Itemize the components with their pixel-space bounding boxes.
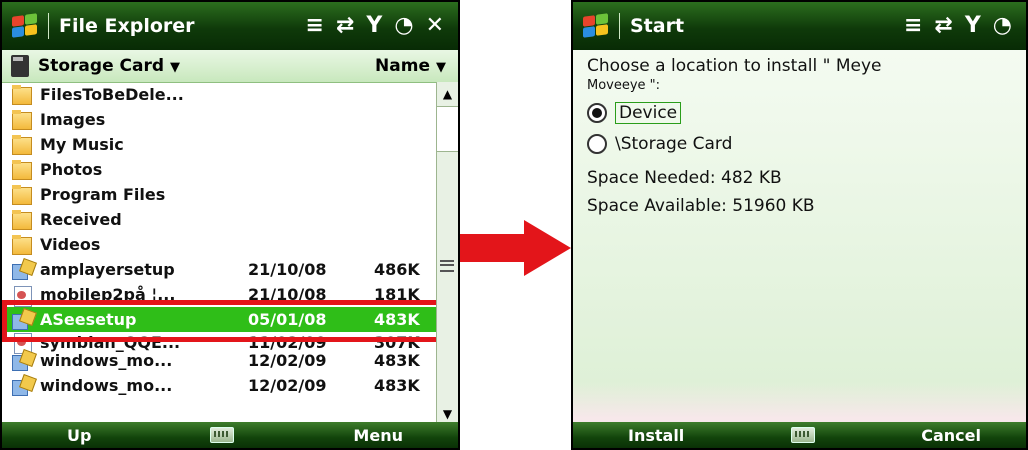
install-location-screen: Start ≡ ⇄ Y ◔ Choose a location to insta… xyxy=(571,0,1028,450)
prompt-line-1: Choose a location to install " Meye xyxy=(587,56,882,76)
space-needed: Space Needed: 482 KB xyxy=(587,168,782,188)
connectivity-icon: ⇄ xyxy=(934,13,953,38)
file-row[interactable]: Program Files xyxy=(2,182,438,207)
chevron-down-icon: ▼ xyxy=(170,60,181,75)
keyboard-icon[interactable] xyxy=(210,427,235,443)
windows-start-icon[interactable] xyxy=(581,13,611,39)
file-list: FilesToBeDele... Images My Music Photos Prog… xyxy=(2,82,438,426)
folder-icon xyxy=(12,134,36,155)
title-bar: Start ≡ ⇄ Y ◔ xyxy=(573,2,1026,50)
scroll-up-icon[interactable]: ▲ xyxy=(437,82,458,106)
radio-unselected-icon[interactable] xyxy=(587,134,607,154)
setup-icon xyxy=(12,260,36,280)
folder-icon xyxy=(12,159,36,180)
location-dropdown[interactable]: Storage Card ▼ xyxy=(38,56,375,76)
scroll-grip-icon[interactable] xyxy=(440,260,454,272)
volume-icon: ◔ xyxy=(992,13,1012,38)
file-row[interactable]: Videos xyxy=(2,232,438,257)
space-available: Space Available: 51960 KB xyxy=(587,196,815,216)
keyboard-icon[interactable] xyxy=(790,427,815,443)
folder-icon xyxy=(12,209,36,230)
file-row[interactable]: windows_mo... 12/02/09 483K xyxy=(2,373,438,398)
option-label: \Storage Card xyxy=(615,134,733,154)
sort-dropdown[interactable]: Name ▼ xyxy=(375,56,452,76)
file-row[interactable]: amplayersetup 21/10/08 486K xyxy=(2,257,438,282)
file-name: Videos xyxy=(40,235,101,254)
file-size: 486K xyxy=(374,260,420,279)
right-arrow-icon xyxy=(460,220,571,276)
install-softkey[interactable]: Install xyxy=(618,426,694,445)
file-row[interactable]: My Music xyxy=(2,132,438,157)
file-row[interactable]: FilesToBeDele... xyxy=(2,82,438,107)
file-name: My Music xyxy=(40,135,124,154)
soft-key-bar: Up Menu xyxy=(2,422,458,448)
file-size: 483K xyxy=(374,376,420,395)
menu-list-icon: ≡ xyxy=(305,13,324,38)
prompt-line-2: Moveeye ": xyxy=(587,78,661,93)
setup-icon xyxy=(12,376,36,396)
close-icon[interactable]: ✕ xyxy=(426,15,444,37)
status-icons: ≡ ⇄ Y ◔ ✕ xyxy=(306,15,444,37)
location-bar: Storage Card ▼ Name ▼ xyxy=(2,50,458,83)
file-name: amplayersetup xyxy=(40,260,175,279)
folder-icon xyxy=(12,184,36,205)
windows-start-icon[interactable] xyxy=(10,13,40,39)
option-device[interactable]: Device xyxy=(587,102,682,124)
title-separator xyxy=(619,13,620,39)
chevron-down-icon: ▼ xyxy=(436,60,446,75)
menu-softkey[interactable]: Menu xyxy=(343,426,413,445)
install-prompt: Choose a location to install " Meye Move… xyxy=(587,56,881,96)
soft-key-bar: Install Cancel xyxy=(573,422,1026,448)
file-row[interactable]: Photos xyxy=(2,157,438,182)
sort-label: Name xyxy=(375,56,430,76)
storage-card-icon xyxy=(11,55,29,77)
volume-icon: ◔ xyxy=(394,13,414,38)
file-explorer-screen: File Explorer ≡ ⇄ Y ◔ ✕ Storage Card ▼ Na… xyxy=(0,0,460,450)
file-size: 483K xyxy=(374,351,420,370)
highlight-box xyxy=(2,300,442,342)
location-label: Storage Card xyxy=(38,56,165,76)
radio-selected-icon[interactable] xyxy=(587,103,607,123)
option-storage-card[interactable]: \Storage Card xyxy=(587,134,732,154)
app-title: File Explorer xyxy=(59,15,195,37)
scrollbar[interactable]: ▲ ▼ xyxy=(436,82,458,426)
status-icons: ≡ ⇄ Y ◔ xyxy=(904,15,1012,37)
cancel-softkey[interactable]: Cancel xyxy=(911,426,991,445)
title-separator xyxy=(48,13,49,39)
file-name: Received xyxy=(40,210,122,229)
scroll-thumb[interactable] xyxy=(437,106,458,152)
app-title: Start xyxy=(630,15,685,37)
file-name: FilesToBeDele... xyxy=(40,85,184,104)
file-row[interactable]: windows_mo... 12/02/09 483K xyxy=(2,348,438,373)
setup-icon xyxy=(12,351,36,371)
option-label: Device xyxy=(615,102,682,124)
menu-list-icon: ≡ xyxy=(903,13,923,38)
folder-icon xyxy=(12,109,36,130)
file-date: 21/10/08 xyxy=(248,260,327,279)
file-date: 12/02/09 xyxy=(248,351,327,370)
title-bar: File Explorer ≡ ⇄ Y ◔ ✕ xyxy=(2,2,458,50)
file-row[interactable]: Received xyxy=(2,207,438,232)
file-date: 12/02/09 xyxy=(248,376,327,395)
folder-icon xyxy=(12,234,36,255)
signal-icon: Y xyxy=(366,13,383,38)
file-name: windows_mo... xyxy=(40,376,173,395)
install-dialog-body: Choose a location to install " Meye Move… xyxy=(573,50,1026,422)
folder-icon xyxy=(12,84,36,105)
file-name: Images xyxy=(40,110,106,129)
up-softkey[interactable]: Up xyxy=(57,426,101,445)
file-row[interactable]: Images xyxy=(2,107,438,132)
file-name: Program Files xyxy=(40,185,166,204)
signal-icon: Y xyxy=(964,13,981,38)
connectivity-icon: ⇄ xyxy=(335,13,355,38)
file-name: Photos xyxy=(40,160,103,179)
file-name: windows_mo... xyxy=(40,351,173,370)
